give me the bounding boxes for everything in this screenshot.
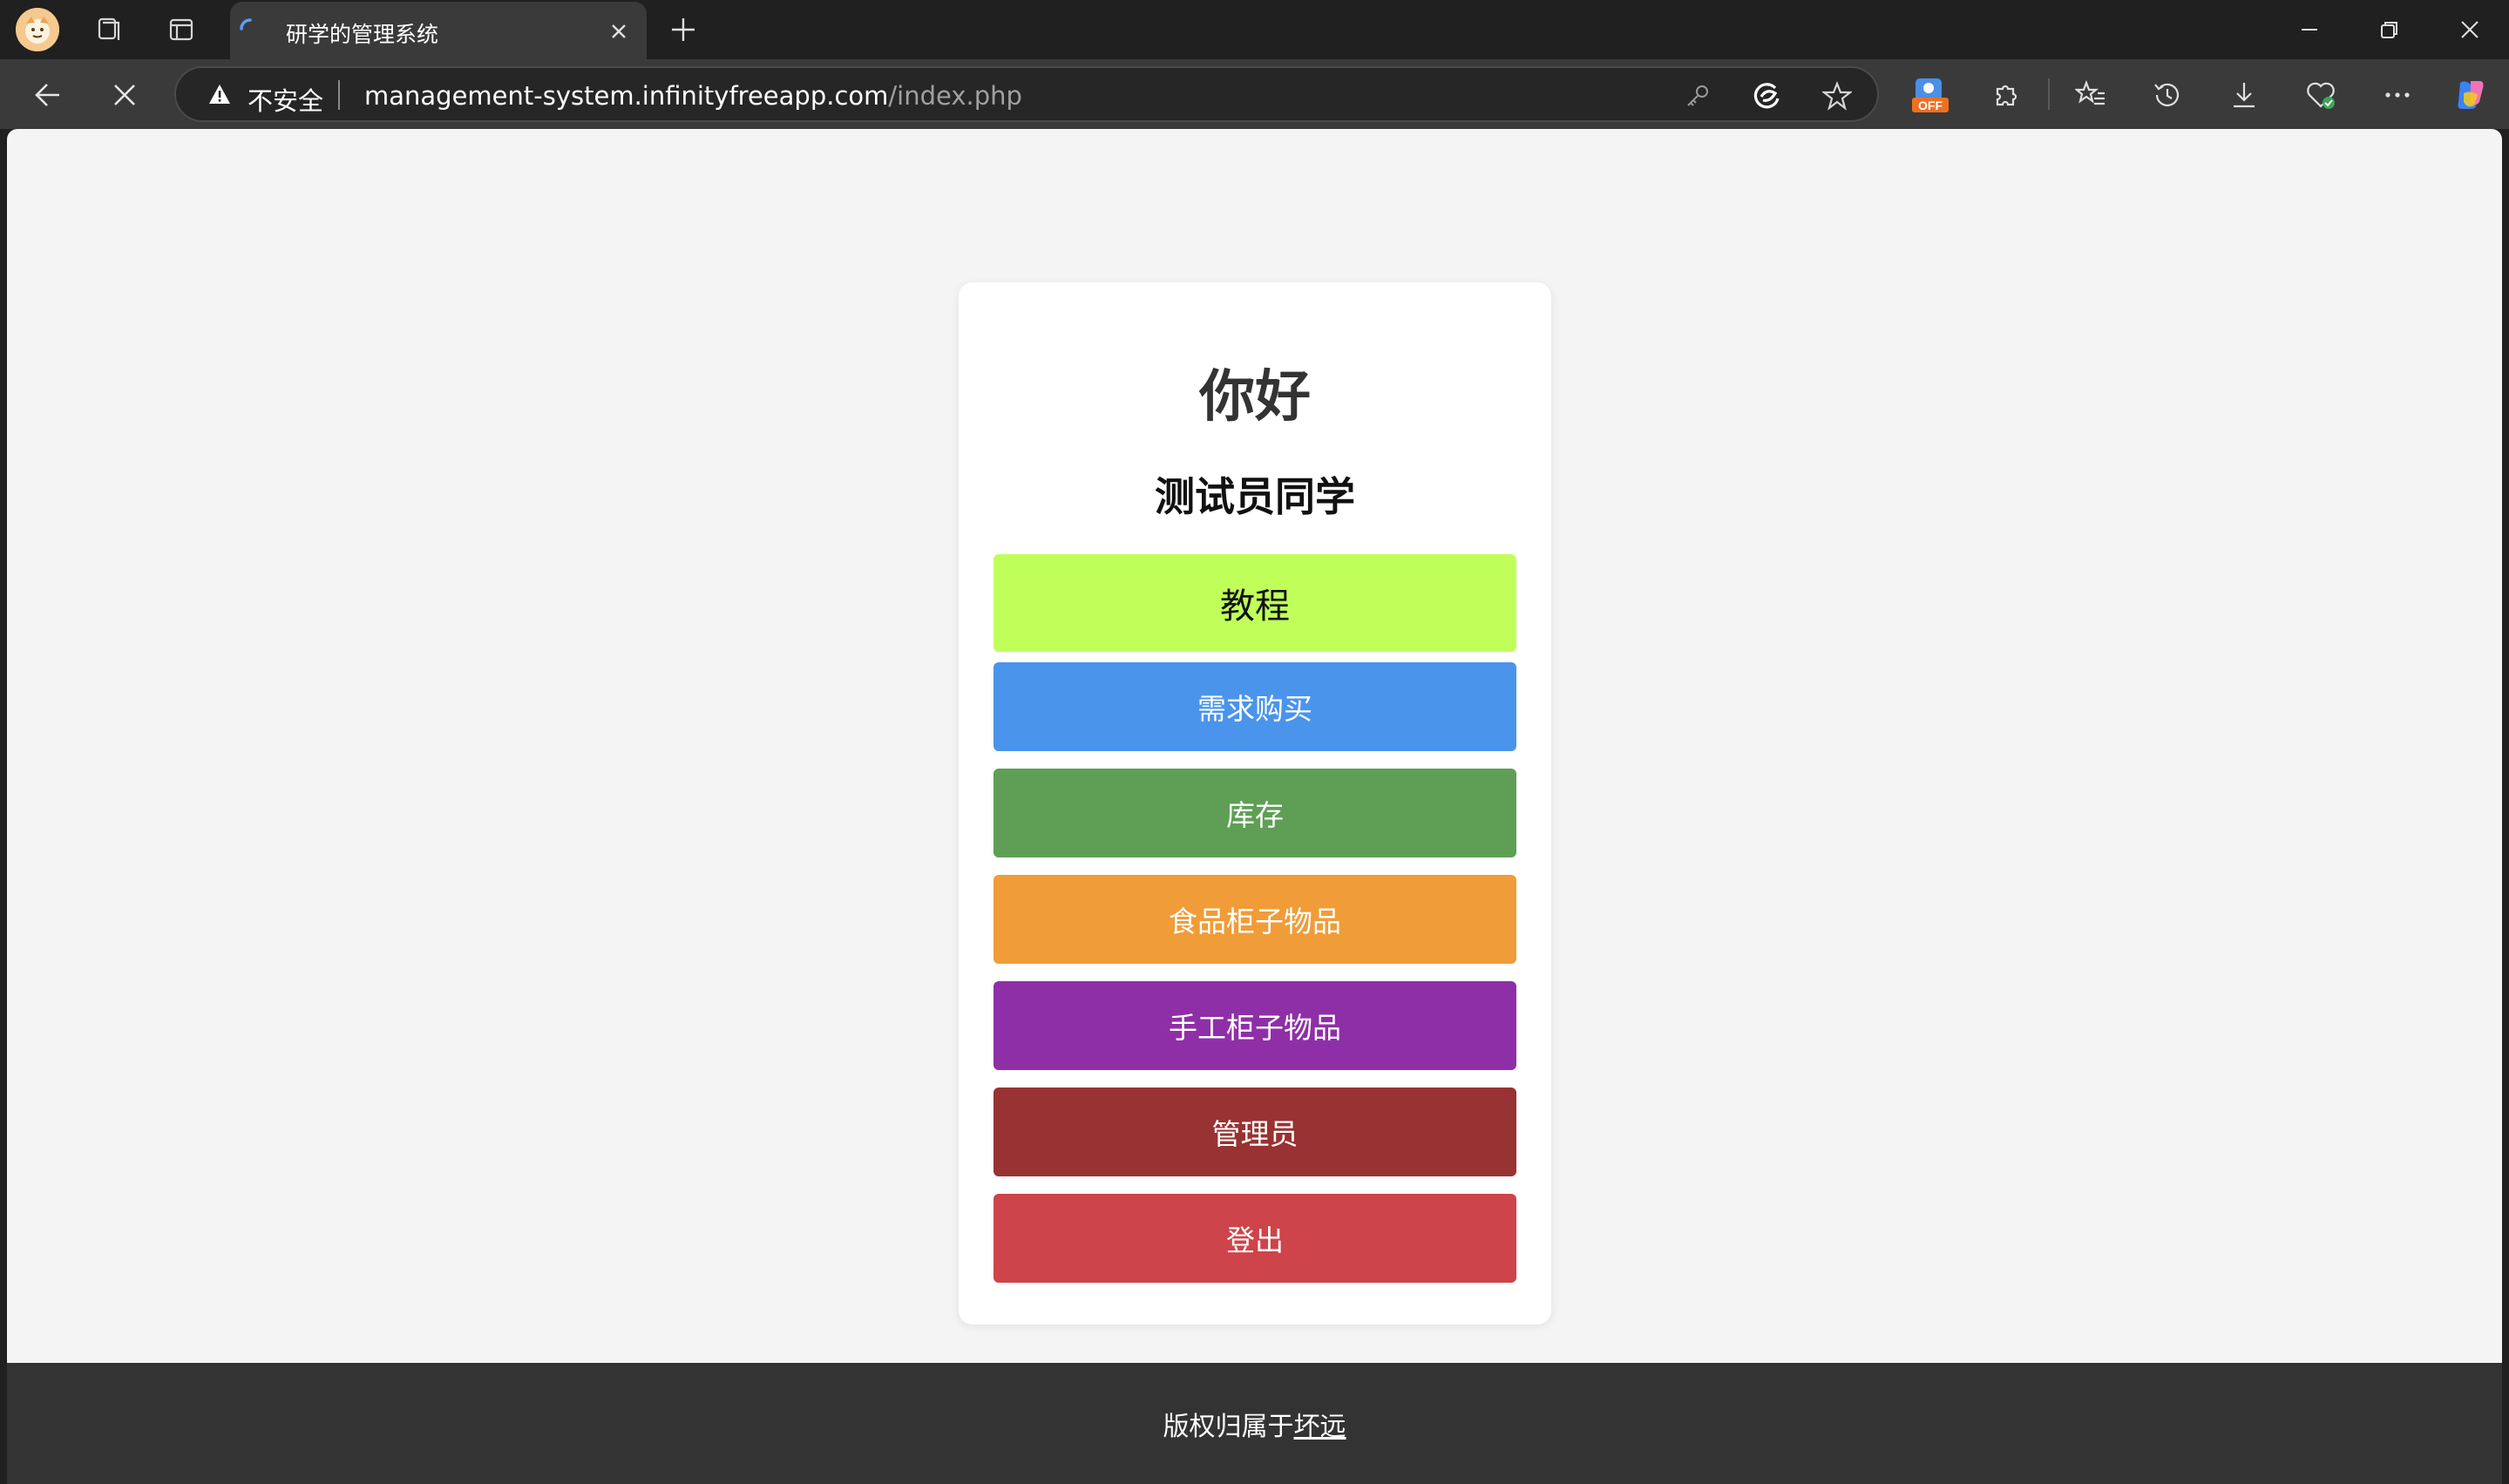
- menu-card: 你好 测试员同学 教程 需求购买 库存 食品柜子物品 手工柜子物品 管理员 登出: [959, 282, 1551, 1325]
- minimize-icon[interactable]: [2283, 9, 2336, 51]
- back-icon[interactable]: [26, 73, 70, 117]
- more-options-icon[interactable]: [2376, 73, 2419, 117]
- food-cabinet-button[interactable]: 食品柜子物品: [993, 875, 1516, 964]
- address-divider: [338, 80, 340, 110]
- browser-title-bar: 研学的管理系统: [0, 0, 2509, 59]
- workspaces-icon[interactable]: [87, 9, 129, 51]
- url-path: /index.php: [888, 81, 1022, 111]
- restore-icon[interactable]: [2363, 9, 2416, 51]
- active-tab[interactable]: 研学的管理系统: [230, 2, 647, 59]
- browser-essentials-icon[interactable]: [2299, 73, 2343, 117]
- page-footer: 版权归属于坏远: [7, 1363, 2502, 1484]
- tab-actions-icon[interactable]: [160, 9, 202, 51]
- extension-off-icon[interactable]: OFF: [1909, 73, 1952, 117]
- history-icon[interactable]: [2146, 73, 2189, 117]
- url-text[interactable]: management-system.infinityfreeapp.com/in…: [364, 81, 1022, 111]
- loading-spinner-icon: [239, 17, 261, 40]
- warning-icon[interactable]: [207, 82, 232, 106]
- close-window-icon[interactable]: [2444, 9, 2496, 51]
- inventory-button[interactable]: 库存: [993, 769, 1516, 857]
- security-label[interactable]: 不安全: [248, 81, 323, 118]
- page-viewport: 你好 测试员同学 教程 需求购买 库存 食品柜子物品 手工柜子物品 管理员 登出…: [7, 129, 2502, 1484]
- favorites-icon[interactable]: [2069, 73, 2112, 117]
- url-host: management-system.infinityfreeapp.com: [364, 81, 889, 111]
- copilot-icon[interactable]: [2449, 73, 2492, 117]
- tab-title: 研学的管理系统: [286, 22, 439, 47]
- stop-loading-icon[interactable]: [103, 73, 146, 117]
- author-link[interactable]: 坏远: [1294, 1412, 1346, 1442]
- logout-button[interactable]: 登出: [993, 1194, 1516, 1283]
- close-tab-icon[interactable]: [603, 16, 634, 47]
- username-heading: 测试员同学: [1155, 473, 1355, 520]
- copyright-text: 版权归属于坏远: [7, 1405, 2502, 1443]
- profile-avatar[interactable]: [16, 8, 59, 51]
- tutorial-button[interactable]: 教程: [993, 554, 1516, 652]
- browser-toolbar: 不安全 management-system.infinityfreeapp.co…: [0, 59, 2509, 129]
- extension-badge-text: OFF: [1918, 98, 1943, 112]
- address-bar[interactable]: 不安全 management-system.infinityfreeapp.co…: [174, 66, 1879, 122]
- craft-cabinet-button[interactable]: 手工柜子物品: [993, 981, 1516, 1070]
- download-icon[interactable]: [2222, 73, 2266, 117]
- new-tab-icon[interactable]: [662, 9, 704, 51]
- toolbar-separator: [2048, 78, 2050, 110]
- password-key-icon[interactable]: [1680, 78, 1715, 113]
- extensions-puzzle-icon[interactable]: [1985, 73, 2029, 117]
- favorite-star-icon[interactable]: [1820, 78, 1855, 113]
- purchase-request-button[interactable]: 需求购买: [993, 662, 1516, 751]
- copyright-prefix: 版权归属于: [1163, 1412, 1294, 1442]
- admin-button[interactable]: 管理员: [993, 1088, 1516, 1176]
- edge-app-icon[interactable]: [1750, 78, 1785, 113]
- greeting-heading: 你好: [1199, 365, 1311, 430]
